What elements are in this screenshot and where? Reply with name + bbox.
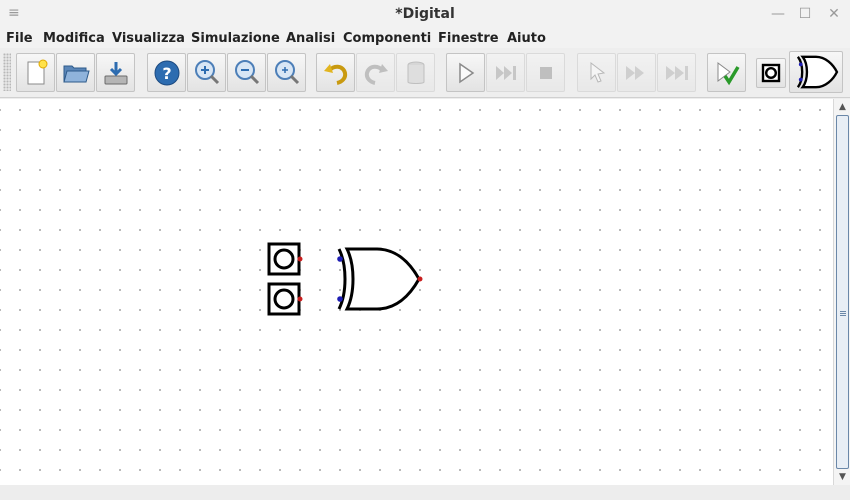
xor-gate-icon (796, 55, 839, 89)
help-button[interactable]: ? (147, 53, 186, 92)
undo-icon (323, 63, 347, 85)
fast-run-icon (625, 65, 644, 80)
menu-simulazione[interactable]: Simulazione (191, 31, 280, 46)
vertical-scrollbar[interactable]: ▲ ▼ (833, 99, 850, 485)
input-component-icon (761, 63, 781, 83)
menu-analisi[interactable]: Analisi (286, 31, 335, 46)
menu-file[interactable]: File (6, 31, 33, 46)
zoom-fit-icon (274, 59, 299, 84)
redo-icon (364, 63, 388, 85)
zoom-out-icon (234, 59, 259, 84)
xor-output-pin (417, 276, 423, 282)
zoom-in-button[interactable] (187, 53, 226, 92)
xor-input-a-pin (337, 256, 343, 262)
toolbar: ? (0, 48, 850, 98)
run-to-break-icon (665, 65, 688, 80)
stop-button[interactable] (526, 53, 565, 92)
menu-visualizza[interactable]: Visualizza (112, 31, 185, 46)
input-component-button[interactable] (756, 58, 786, 88)
micro-step-button[interactable] (577, 53, 616, 92)
input-b-component[interactable] (267, 282, 303, 316)
run-to-break-button[interactable] (657, 53, 696, 92)
delete-icon (407, 61, 424, 84)
digital-app-window: ≡ *Digital — ☐ ✕ File Modifica Visualizz… (0, 0, 850, 500)
zoom-fit-button[interactable] (267, 53, 306, 92)
svg-text:?: ? (162, 64, 171, 83)
toolbar-grip[interactable] (3, 53, 11, 91)
menu-componenti[interactable]: Componenti (343, 31, 431, 46)
step-button[interactable] (486, 53, 525, 92)
analysis-check-icon (717, 61, 740, 85)
save-icon (104, 61, 127, 84)
scroll-down-arrow-icon[interactable]: ▼ (835, 470, 850, 484)
circuit-canvas[interactable] (0, 99, 833, 485)
title-bar: ≡ *Digital — ☐ ✕ (0, 0, 850, 29)
stop-icon (539, 66, 552, 79)
menu-finestre[interactable]: Finestre (438, 31, 499, 46)
open-button[interactable] (56, 53, 95, 92)
zoom-out-button[interactable] (227, 53, 266, 92)
scroll-up-arrow-icon[interactable]: ▲ (835, 100, 850, 114)
input-a-output-pin (297, 256, 303, 262)
new-file-icon (27, 59, 47, 84)
micro-step-icon (590, 61, 605, 83)
circuit-drawing (267, 242, 423, 316)
status-bar (0, 485, 850, 500)
maximize-icon[interactable]: ☐ (797, 5, 813, 23)
xor-gate-button[interactable] (789, 51, 843, 93)
minimize-icon[interactable]: — (770, 5, 786, 23)
analysis-check-button[interactable] (707, 53, 746, 92)
run-button[interactable] (446, 53, 485, 92)
open-folder-icon (62, 65, 90, 82)
menu-bar: File Modifica Visualizza Simulazione Ana… (0, 29, 850, 48)
save-button[interactable] (96, 53, 135, 92)
scrollbar-grip (840, 311, 846, 317)
input-b-output-pin (297, 296, 303, 302)
delete-button[interactable] (396, 53, 435, 92)
menu-modifica[interactable]: Modifica (43, 31, 105, 46)
run-icon (458, 62, 474, 83)
close-icon[interactable]: ✕ (826, 5, 842, 23)
input-a-component[interactable] (267, 242, 303, 276)
undo-button[interactable] (316, 53, 355, 92)
new-button[interactable] (16, 53, 55, 92)
menu-aiuto[interactable]: Aiuto (507, 31, 546, 46)
step-icon (495, 65, 516, 80)
xor-input-b-pin (337, 296, 343, 302)
fast-run-button[interactable] (617, 53, 656, 92)
redo-button[interactable] (356, 53, 395, 92)
zoom-in-icon (194, 59, 219, 84)
help-icon: ? (154, 60, 179, 85)
xor-gate-component[interactable] (337, 247, 423, 311)
window-title: *Digital (395, 6, 455, 22)
scrollbar-thumb[interactable] (836, 115, 849, 469)
